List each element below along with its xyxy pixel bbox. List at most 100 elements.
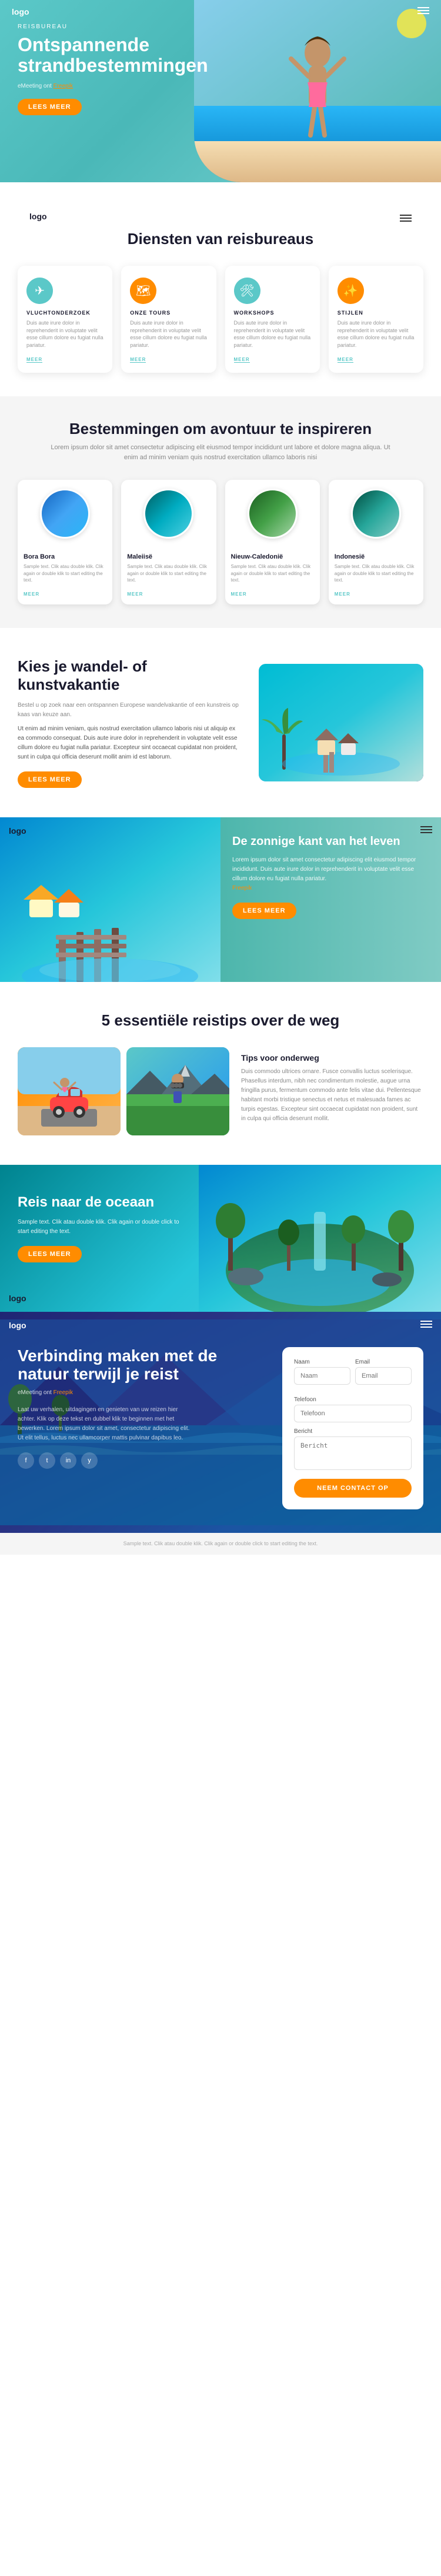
tips-title: 5 essentiële reistips over de weg [18,1011,423,1030]
social-linkedin[interactable]: in [60,1452,76,1469]
social-facebook[interactable]: f [18,1452,34,1469]
ocean-section: Reis naar de oceaan Sample text. Clik at… [0,1165,441,1312]
ocean-title: Reis naar de oceaan [18,1194,188,1211]
hero-cta-button[interactable]: LEES MEER [18,99,82,115]
tips-text-title: Tips voor onderweg [241,1053,423,1063]
form-name-input[interactable] [294,1367,350,1385]
contact-form: Naam Email Telefoon Bericht NEEM CONTACT… [282,1347,423,1509]
dest-img-nc [225,480,320,547]
dest-text-borabora: Sample text. Clik atau double klik. Clik… [24,563,106,583]
dest-img-borabora [18,480,112,547]
service-icon-workshops: 🛠 [234,278,260,304]
service-card-workshops: 🛠 WORKSHOPS Duis aute irure dolor in rep… [225,266,320,373]
dest-link-maleise[interactable]: MEER [127,592,143,597]
dest-name-maleise: Maleiisë [127,553,210,560]
tips-images [18,1047,229,1135]
dest-link-nc[interactable]: MEER [231,592,247,597]
service-text-stijlen: Duis aute irure dolor in reprehenderit i… [338,319,415,349]
form-email-field: Email [355,1359,412,1385]
dest-circle-borabora [40,489,90,539]
hero-subtitle: eMeeting ont Freepik [18,83,206,89]
dest-content-nc: Nieuw-Caledonië Sample text. Clik atau d… [225,547,320,604]
dest-text-nc: Sample text. Clik atau double klik. Clik… [231,563,314,583]
form-phone-label: Telefoon [294,1396,412,1403]
footer-social-links: f t in y [18,1452,265,1469]
hero-freepik-link[interactable]: Freepik [54,83,73,89]
tips-text: Tips voor onderweg Duis commodo ultrices… [241,1047,423,1135]
destinations-header: Bestemmingen om avontuur te inspireren L… [18,420,423,462]
dest-img-indo [329,480,423,547]
art-vacation-desc: Bestel u op zoek naar een ontspannen Eur… [18,701,241,720]
footer-hero-subtitle: eMeeting ont Freepik [18,1389,265,1396]
ocean-desc: Sample text. Clik atau double klik. Clik… [18,1218,188,1237]
form-email-label: Email [355,1359,412,1365]
footer-hero-title: Verbinding maken met de natuur terwijl j… [18,1347,265,1384]
art-vacation-btn[interactable]: LEES MEER [18,771,82,788]
dest-text-indo: Sample text. Clik atau double klik. Clik… [335,563,417,583]
social-twitter[interactable]: t [39,1452,55,1469]
hamburger-line-3 [417,13,429,14]
dest-content-indo: Indonesië Sample text. Clik atau double … [329,547,423,604]
art-vacation-desc2: Ut enim ad minim veniam, quis nostrud ex… [18,724,241,762]
service-card-stijlen: ✨ STIJLEN Duis aute irure dolor in repre… [329,266,423,373]
ocean-logo: logo [9,1294,26,1303]
form-phone-field: Telefoon [294,1396,412,1422]
dest-content-borabora: Bora Bora Sample text. Clik atau double … [18,547,112,604]
form-submit-button[interactable]: NEEM CONTACT OP [294,1479,412,1498]
footer-hero-hamburger[interactable] [420,1321,432,1328]
dest-link-borabora[interactable]: MEER [24,592,39,597]
tip-image-car [18,1047,121,1135]
service-title-vluchten: VLUCHTONDERZOEK [26,310,103,316]
ocean-btn[interactable]: LEES MEER [18,1246,82,1262]
destinations-grid: Bora Bora Sample text. Clik atau double … [18,480,423,604]
service-link-tours[interactable]: MEER [130,357,146,363]
destinations-section: Bestemmingen om avontuur te inspireren L… [0,396,441,628]
destinations-desc: Lorem ipsum dolor sit amet consectetur a… [44,443,397,462]
zonnige-logo: logo [9,826,26,836]
dest-circle-maleise [143,489,193,539]
dest-card-nc: Nieuw-Caledonië Sample text. Clik atau d… [225,480,320,604]
zonnige-freepik-link[interactable]: Freepik [232,885,252,891]
zonnige-hamburger[interactable] [420,826,432,833]
dest-card-indo: Indonesië Sample text. Clik atau double … [329,480,423,604]
hero-title: Ontspannende strandbestemmingen [18,35,206,76]
form-message-input[interactable] [294,1436,412,1470]
art-vacation-title: Kies je wandel- of kunstvakantie [18,657,241,694]
footer-bottom: Sample text. Clik atau double klik. Clik… [0,1533,441,1555]
dest-name-nc: Nieuw-Caledonië [231,553,314,560]
form-email-input[interactable] [355,1367,412,1385]
services-grid: ✈ VLUCHTONDERZOEK Duis aute irure dolor … [18,266,423,373]
service-link-vluchten[interactable]: MEER [26,357,42,363]
form-phone-input[interactable] [294,1405,412,1422]
ocean-content: Reis naar de oceaan Sample text. Clik at… [0,1165,206,1292]
dest-circle-nc [248,489,298,539]
service-title-stijlen: STIJLEN [338,310,415,316]
tips-section: 5 essentiële reistips over de weg [0,982,441,1165]
footer-hero-content: Verbinding maken met de natuur terwijl j… [0,1312,441,1533]
service-text-tours: Duis aute irure dolor in reprehenderit i… [130,319,207,349]
zonnige-btn[interactable]: LEES MEER [232,903,296,919]
service-title-tours: ONZE TOURS [130,310,207,316]
service-link-workshops[interactable]: MEER [234,357,250,363]
services-header: Diensten van reisbureaus [18,230,423,248]
service-card-vluchten: ✈ VLUCHTONDERZOEK Duis aute irure dolor … [18,266,112,373]
footer-freepik-link[interactable]: Freepik [54,1389,73,1396]
dest-name-borabora: Bora Bora [24,553,106,560]
form-name-email-row: Naam Email [294,1359,412,1391]
service-text-vluchten: Duis aute irure dolor in reprehenderit i… [26,319,103,349]
footer-hero-desc: Laat uw verhalen, uitdagingen en geniete… [18,1405,194,1443]
destinations-title: Bestemmingen om avontuur te inspireren [18,420,423,438]
zonnige-section: logo De zonnige kant van het leven Lorem… [0,817,441,982]
zonnige-image [0,817,220,982]
hamburger-menu[interactable] [417,7,429,14]
tip-image-binoculars [126,1047,229,1135]
hero-content: REISBUREAU Ontspannende strandbestemming… [18,24,206,115]
services-hamburger[interactable] [400,215,412,222]
form-name-label: Naam [294,1359,350,1365]
zonnige-text: Lorem ipsum dolor sit amet consectetur a… [232,856,423,893]
service-link-stijlen[interactable]: MEER [338,357,353,363]
service-icon-vluchten: ✈ [26,278,53,304]
dest-link-indo[interactable]: MEER [335,592,350,597]
footer-hero-logo: logo [9,1321,26,1330]
social-youtube[interactable]: y [81,1452,98,1469]
